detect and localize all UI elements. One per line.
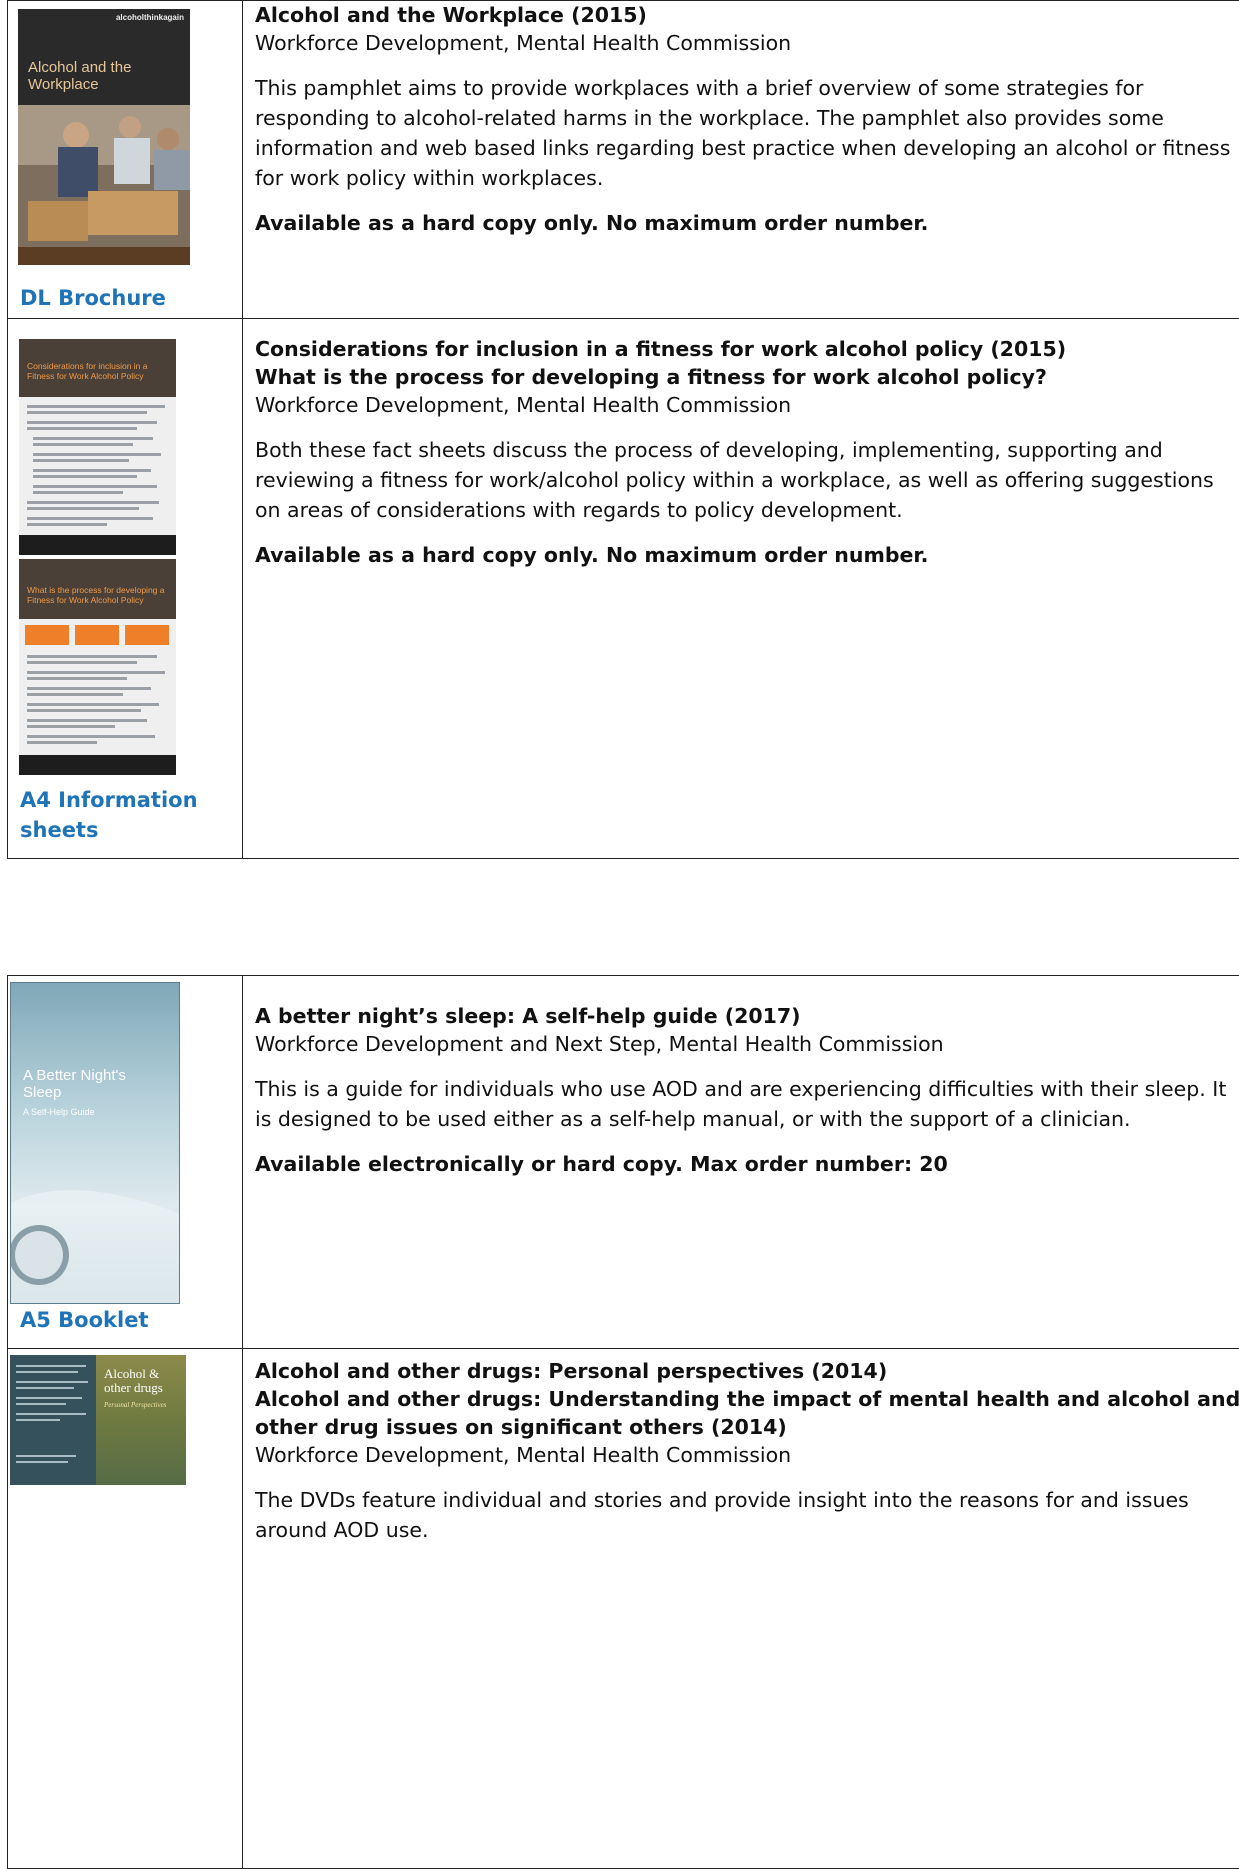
table-row: Considerations for inclusion in a Fitnes… <box>8 319 1239 859</box>
cover-title: A Better Night's Sleep <box>23 1067 143 1101</box>
table-row: Alcohol & other drugs Personal Perspecti… <box>8 1349 1239 1869</box>
cover-cell: Alcohol & other drugs Personal Perspecti… <box>8 1349 243 1869</box>
cover-image-alcohol-workplace: alcoholthinkagain Alcohol and the Workpl… <box>18 9 190 265</box>
cover-title: What is the process for developing a Fit… <box>27 585 172 605</box>
cover-title: Considerations for inclusion in a Fitnes… <box>27 361 172 381</box>
type-label: DL Brochure <box>20 283 166 313</box>
resource-title: Considerations for inclusion in a fitnes… <box>255 335 1239 363</box>
type-label: A5 Booklet <box>20 1305 148 1335</box>
resource-availability: Available electronically or hard copy. M… <box>255 1150 1239 1178</box>
resource-author: Workforce Development, Mental Health Com… <box>255 1441 1239 1469</box>
resource-title: Alcohol and other drugs: Understanding t… <box>255 1385 1239 1441</box>
cover-cell: Considerations for inclusion in a Fitnes… <box>8 319 243 859</box>
resource-availability: Available as a hard copy only. No maximu… <box>255 541 1239 569</box>
cover-image-aod-dvd: Alcohol & other drugs Personal Perspecti… <box>10 1355 186 1485</box>
cover-text-lines <box>19 401 176 541</box>
cover-image-process: What is the process for developing a Fit… <box>19 559 176 775</box>
resource-title: Alcohol and the Workplace (2015) <box>255 1 1239 29</box>
resource-author: Workforce Development and Next Step, Men… <box>255 1030 1239 1058</box>
resource-table-1: alcoholthinkagain Alcohol and the Workpl… <box>7 0 1239 859</box>
description-cell: Alcohol and other drugs: Personal perspe… <box>243 1349 1239 1869</box>
resource-title: What is the process for developing a fit… <box>255 363 1239 391</box>
cover-title: Alcohol and the Workplace <box>28 59 148 93</box>
description-cell: Considerations for inclusion in a fitnes… <box>243 319 1239 859</box>
cover-title: Alcohol & other drugs <box>104 1367 184 1395</box>
table-row: A Better Night's Sleep A Self-Help Guide… <box>8 976 1239 1349</box>
cover-subtitle: A Self-Help Guide <box>23 1107 95 1117</box>
cover-image-considerations: Considerations for inclusion in a Fitnes… <box>19 339 176 555</box>
type-label: A4 Information sheets <box>20 785 210 845</box>
resource-description: This pamphlet aims to provide workplaces… <box>255 73 1239 193</box>
cover-clock <box>11 1143 179 1303</box>
cover-photo <box>18 105 190 247</box>
cover-subtitle: Personal Perspectives <box>104 1401 166 1409</box>
resource-description: This is a guide for individuals who use … <box>255 1074 1239 1134</box>
cover-image-better-sleep: A Better Night's Sleep A Self-Help Guide <box>10 982 180 1304</box>
resource-title: Alcohol and other drugs: Personal perspe… <box>255 1357 1239 1385</box>
resource-description: The DVDs feature individual and stories … <box>255 1485 1239 1545</box>
cover-flow-boxes <box>19 623 176 773</box>
cover-back-text <box>10 1355 96 1485</box>
resource-author: Workforce Development, Mental Health Com… <box>255 391 1239 419</box>
brand-text: alcoholthinkagain <box>116 13 184 22</box>
resource-availability: Available as a hard copy only. No maximu… <box>255 209 1239 237</box>
resource-table-2: A Better Night's Sleep A Self-Help Guide… <box>7 975 1239 1869</box>
description-cell: Alcohol and the Workplace (2015) Workfor… <box>243 1 1239 319</box>
resource-title: A better night’s sleep: A self-help guid… <box>255 1002 1239 1030</box>
cover-cell: alcoholthinkagain Alcohol and the Workpl… <box>8 1 243 319</box>
resource-description: Both these fact sheets discuss the proce… <box>255 435 1239 525</box>
table-row: alcoholthinkagain Alcohol and the Workpl… <box>8 1 1239 319</box>
cover-cell: A Better Night's Sleep A Self-Help Guide… <box>8 976 243 1349</box>
resource-author: Workforce Development, Mental Health Com… <box>255 29 1239 57</box>
description-cell: A better night’s sleep: A self-help guid… <box>243 976 1239 1349</box>
